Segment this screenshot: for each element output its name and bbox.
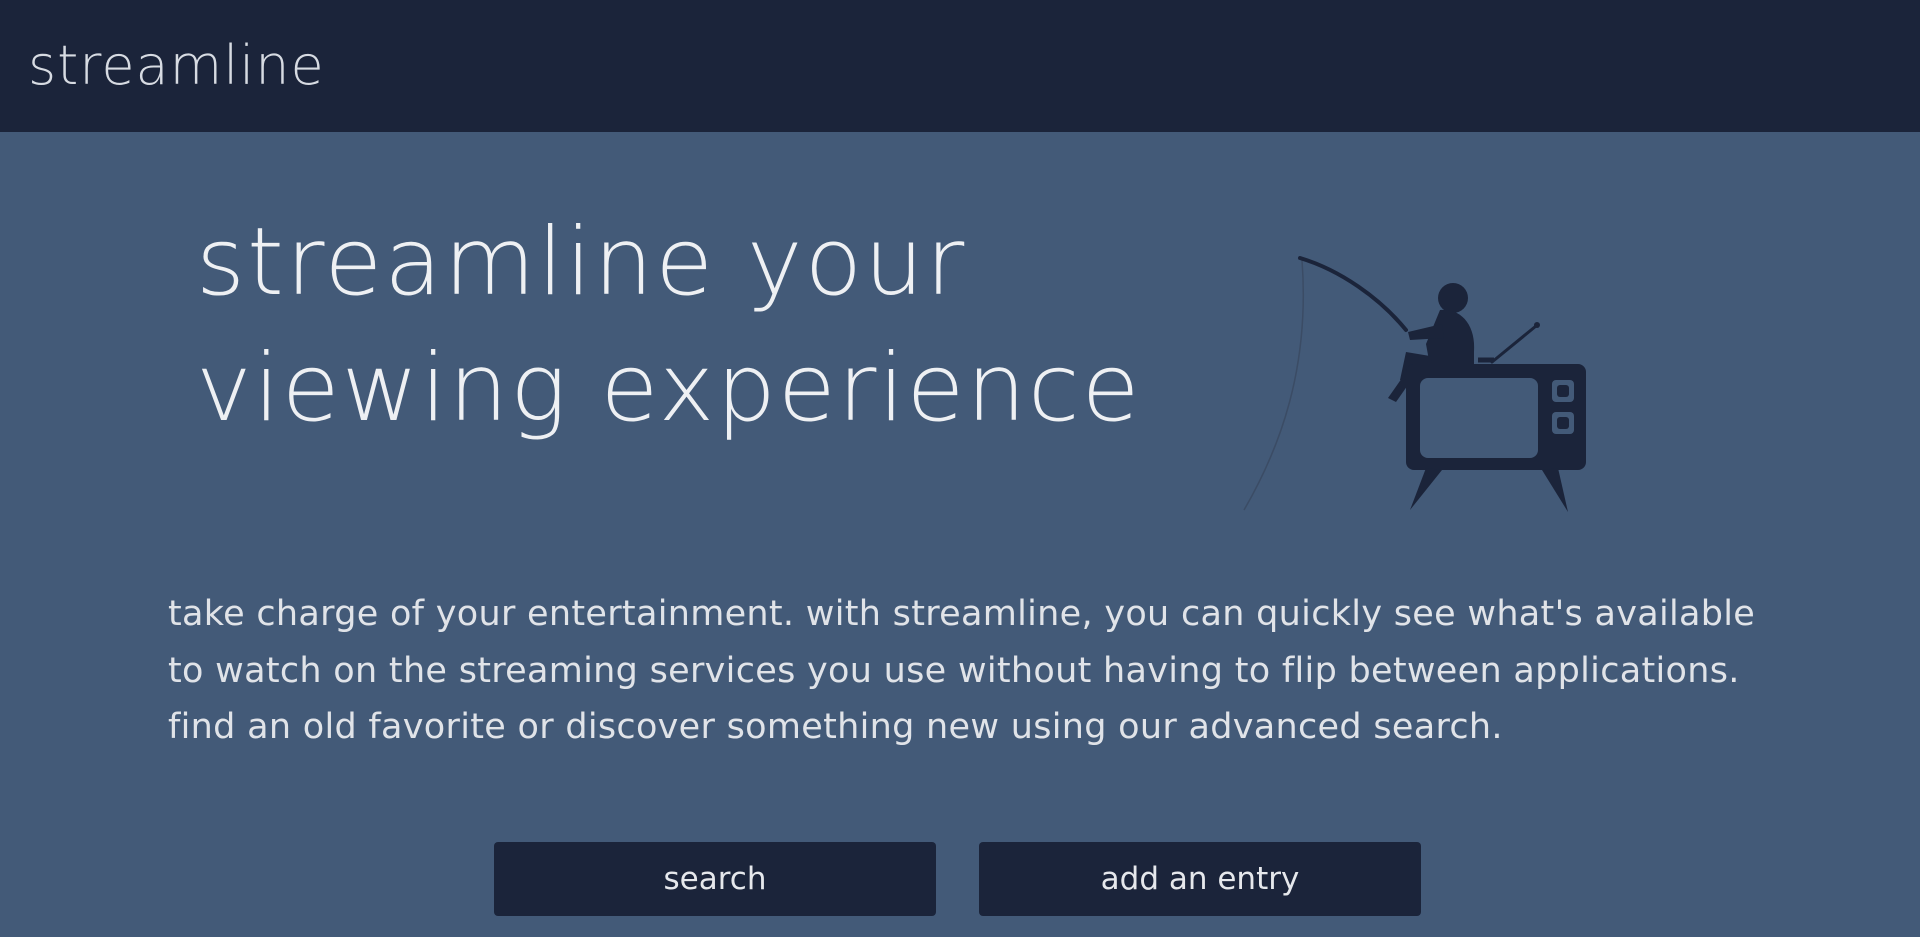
hero-description: take charge of your entertainment. with … <box>168 594 1756 747</box>
fisher-on-tv-icon <box>1243 256 1586 512</box>
add-entry-button[interactable]: add an entry <box>979 842 1421 916</box>
search-button[interactable]: search <box>494 842 936 916</box>
brand-logo-link[interactable]: streamline <box>28 34 325 97</box>
hero-title: streamline your viewing experience <box>196 208 1142 443</box>
top-navbar: streamline <box>0 0 1920 132</box>
